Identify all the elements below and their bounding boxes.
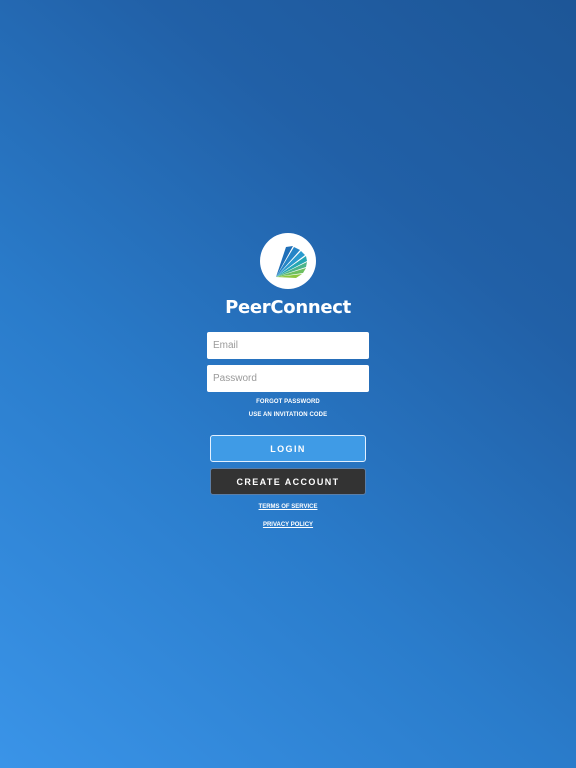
privacy-policy-link[interactable]: PRIVACY POLICY xyxy=(0,522,576,528)
forgot-password-link[interactable]: FORGOT PASSWORD xyxy=(0,399,576,405)
peerconnect-fan-logo-icon xyxy=(276,246,307,278)
login-button-label: LOGIN xyxy=(270,443,306,454)
invitation-code-link[interactable]: USE AN INVITATION CODE xyxy=(0,412,576,418)
app-title: PeerConnect xyxy=(225,297,351,318)
login-screen: PeerConnect FORGOT PASSWORD USE AN INVIT… xyxy=(0,0,576,768)
terms-of-service-link[interactable]: TERMS OF SERVICE xyxy=(0,504,576,510)
password-input[interactable] xyxy=(207,365,369,392)
email-input[interactable] xyxy=(207,332,369,359)
peerconnect-logo xyxy=(260,233,316,289)
login-button[interactable]: LOGIN xyxy=(210,435,366,462)
create-account-button[interactable]: CREATE ACCOUNT xyxy=(210,468,366,495)
create-account-button-label: CREATE ACCOUNT xyxy=(236,476,340,487)
